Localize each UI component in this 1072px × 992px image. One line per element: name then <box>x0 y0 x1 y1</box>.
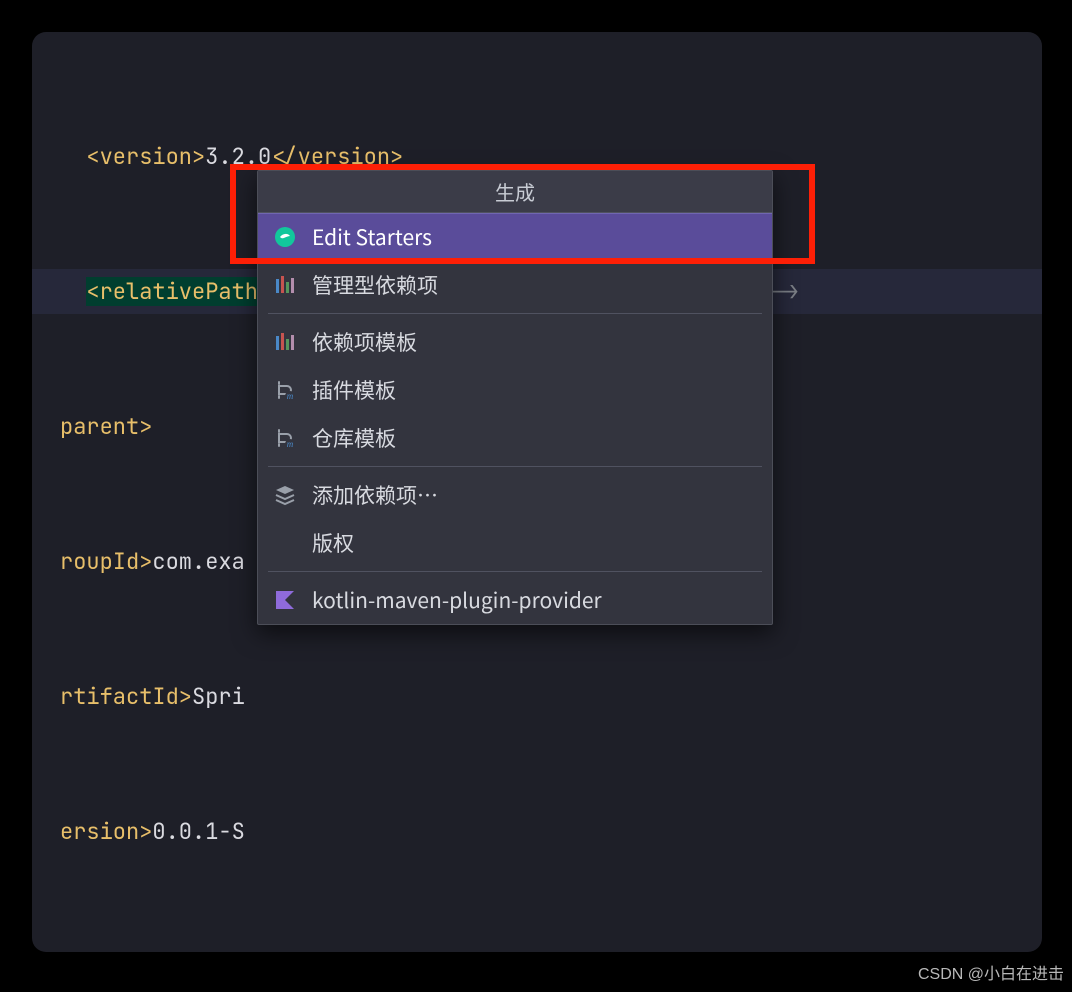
menu-item-label: 插件模板 <box>312 375 396 405</box>
code-line: rtifactId>Spri <box>32 674 1042 719</box>
menu-item-label: 依赖项模板 <box>312 327 417 357</box>
menu-item-label: kotlin-maven-plugin-provider <box>312 585 602 615</box>
menu-item-edit-starters[interactable]: Edit Starters <box>258 213 772 261</box>
menu-item-plugin-template[interactable]: m 插件模板 <box>258 366 772 414</box>
bars-icon <box>272 272 298 298</box>
kotlin-icon <box>272 587 298 613</box>
menu-item-label: 仓库模板 <box>312 423 396 453</box>
menu-item-dep-template[interactable]: 依赖项模板 <box>258 318 772 366</box>
code-line: ame>SpringDemo <box>32 944 1042 952</box>
plug-icon: m <box>272 377 298 403</box>
menu-item-managed-deps[interactable]: 管理型依赖项 <box>258 261 772 309</box>
editor-panel: <version>3.2.0</version> <relativePath/>… <box>32 32 1042 952</box>
menu-item-copyright[interactable]: 版权 <box>258 519 772 567</box>
watermark: CSDN @小白在进击 <box>918 960 1064 984</box>
stack-icon <box>272 482 298 508</box>
menu-item-label: Edit Starters <box>312 222 432 252</box>
bars-icon <box>272 329 298 355</box>
leaf-icon <box>272 224 298 250</box>
menu-item-label: 管理型依赖项 <box>312 270 438 300</box>
svg-text:m: m <box>287 439 294 449</box>
generate-menu: 生成 Edit Starters 管理型依赖项 依赖项模板 m 插件模板 <box>257 170 773 625</box>
menu-separator <box>268 313 762 314</box>
code-line: ersion>0.0.1-S <box>32 809 1042 854</box>
menu-item-add-dep[interactable]: 添加依赖项… <box>258 471 772 519</box>
menu-item-kotlin-provider[interactable]: kotlin-maven-plugin-provider <box>258 576 772 624</box>
menu-separator <box>268 571 762 572</box>
plug-icon: m <box>272 425 298 451</box>
svg-text:m: m <box>287 391 294 401</box>
blank-icon <box>272 530 298 556</box>
menu-item-label: 添加依赖项… <box>312 480 438 510</box>
menu-item-repo-template[interactable]: m 仓库模板 <box>258 414 772 462</box>
menu-header: 生成 <box>258 171 772 213</box>
menu-item-label: 版权 <box>312 528 354 558</box>
menu-separator <box>268 466 762 467</box>
